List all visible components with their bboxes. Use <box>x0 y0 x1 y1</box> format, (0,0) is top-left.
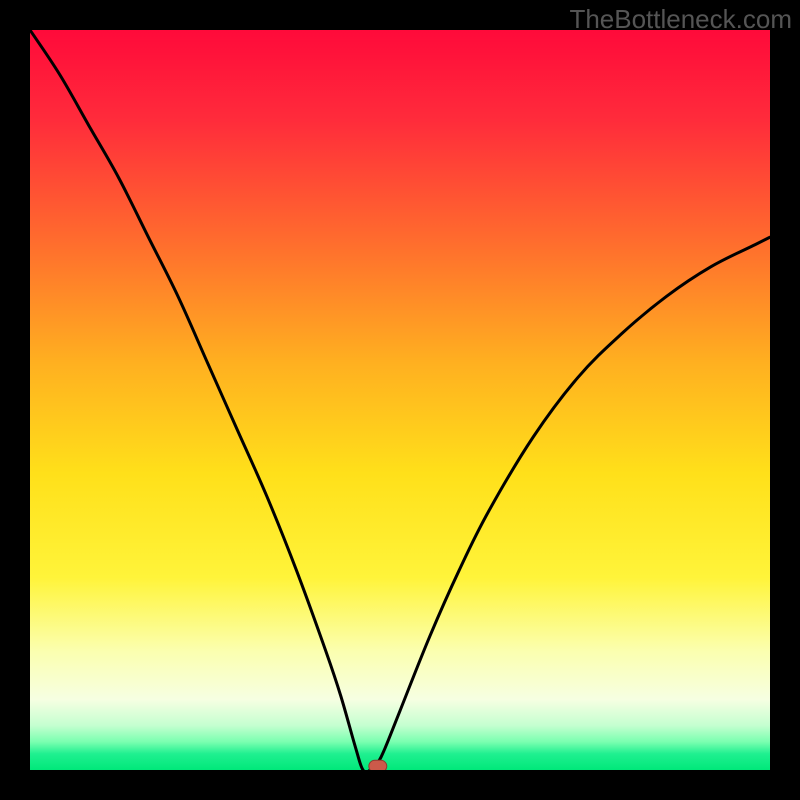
chart-frame: TheBottleneck.com <box>0 0 800 800</box>
minimum-marker <box>369 760 387 770</box>
gradient-background <box>30 30 770 770</box>
plot-area <box>30 30 770 770</box>
chart-svg <box>30 30 770 770</box>
